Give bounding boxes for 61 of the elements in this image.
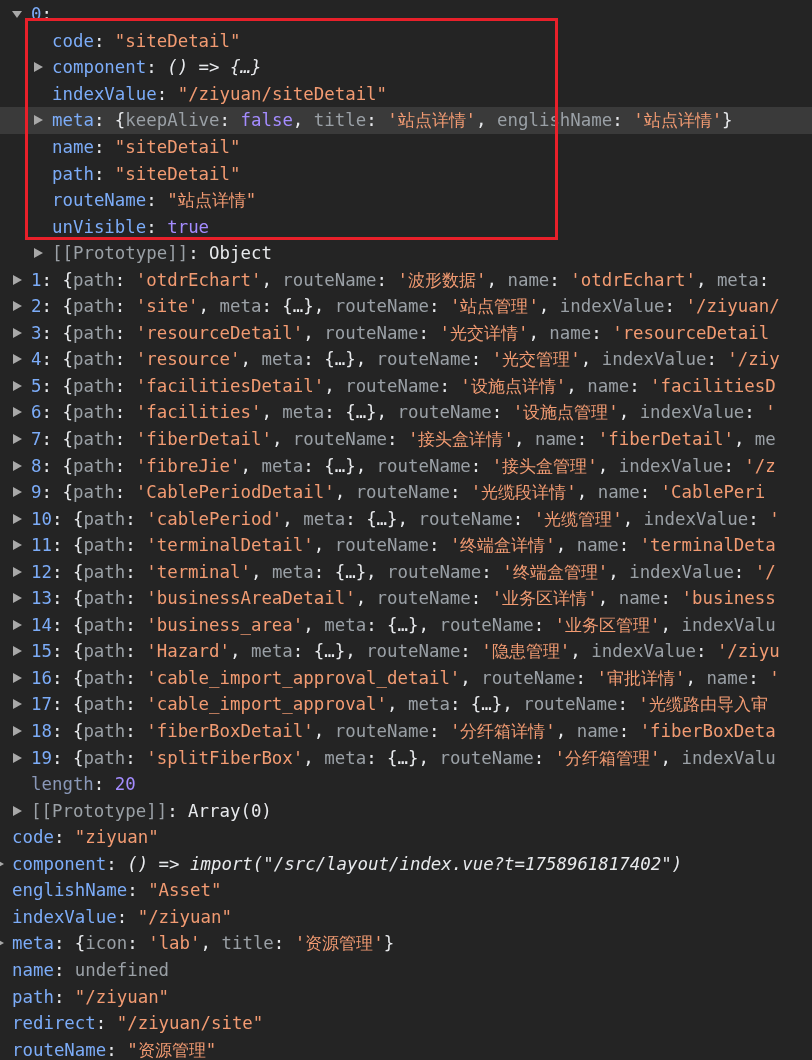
disclosure-triangle-icon[interactable]: [12, 725, 22, 738]
console-line: indexValue: "/ziyuan": [12, 906, 232, 927]
disclosure-triangle-icon[interactable]: [12, 751, 22, 764]
console-line: 12: {path: 'terminal', meta: {…}, routeName: '终端盒管理', indexValue: '/: [31, 560, 776, 584]
console-line: 13: {path: 'businessAreaDetail', routeName: '业务区详情', name: 'business: [31, 587, 776, 611]
console-line: 15: {path: 'Hazard', meta: {…}, routeName: '隐患管理', indexValue: '/ziyu: [31, 640, 780, 664]
console-line: 19: {path: 'splitFiberBox', meta: {…}, routeName: '分纤箱管理', indexValu: [31, 746, 776, 770]
console-line: 16: {path: 'cable_import_approval_detail', routeName: '审批详情', name: ': [31, 666, 780, 690]
disclosure-triangle-icon[interactable]: [33, 114, 43, 127]
console-line: routeName: "站点详情": [52, 189, 257, 213]
console-line: 10: {path: 'cablePeriod', meta: {…}, routeName: '光缆管理', indexValue: ': [31, 507, 780, 531]
console-line: unVisible: true: [52, 216, 210, 237]
console-line: length: 20: [31, 774, 136, 795]
disclosure-triangle-icon[interactable]: [12, 698, 22, 711]
console-line: 2: {path: 'site', meta: {…}, routeName: '站点管理', indexValue: '/ziyuan/: [31, 295, 780, 319]
disclosure-triangle-icon[interactable]: [12, 353, 22, 366]
console-line: name: "siteDetail": [52, 137, 241, 157]
disclosure-triangle-icon[interactable]: [12, 539, 22, 552]
disclosure-triangle-icon[interactable]: [12, 618, 22, 631]
disclosure-triangle-icon[interactable]: [12, 512, 22, 525]
disclosure-triangle-icon[interactable]: [12, 804, 22, 817]
disclosure-triangle-icon[interactable]: [33, 61, 43, 74]
disclosure-triangle-icon[interactable]: [12, 565, 22, 578]
console-line: 1: {path: 'otdrEchart', routeName: '波形数据', name: 'otdrEchart', meta:: [31, 268, 770, 292]
console-line: meta: {icon: 'lab', title: '资源管理'}: [12, 932, 395, 956]
console-line: 8: {path: 'fibreJie', meta: {…}, routeName: '接头盒管理', indexValue: '/z: [31, 454, 776, 478]
console-line: 18: {path: 'fiberBoxDetail', routeName: '分纤箱详情', name: 'fiberBoxDeta: [31, 720, 776, 744]
disclosure-triangle-icon[interactable]: [12, 486, 22, 499]
console-line: indexValue: "/ziyuan/siteDetail": [52, 83, 388, 104]
disclosure-triangle-icon[interactable]: [12, 459, 22, 472]
console-line: component: () => import("/src/layout/index.vue?t=1758961817402"): [12, 853, 683, 874]
disclosure-triangle-icon[interactable]: [12, 379, 22, 392]
console-line: 6: {path: 'facilities', meta: {…}, routeName: '设施点管理', indexValue: ': [31, 401, 776, 425]
console-line: 7: {path: 'fiberDetail', routeName: '接头盒详情', name: 'fiberDetail', me: [31, 428, 776, 451]
disclosure-triangle-icon[interactable]: [12, 671, 22, 684]
console-line: 3: {path: 'resourceDetail', routeName: '光交详情', name: 'resourceDetail: [31, 321, 770, 345]
console-line: code: "siteDetail": [52, 30, 241, 51]
console-line: path: "/ziyuan": [12, 986, 170, 1007]
disclosure-triangle-icon[interactable]: [12, 273, 22, 286]
disclosure-triangle-icon[interactable]: [12, 433, 22, 445]
console-line: 14: {path: 'business_area', meta: {…}, routeName: '业务区管理', indexValu: [31, 613, 776, 637]
console-line: [[Prototype]]: Object: [52, 243, 272, 264]
console-line: 17: {path: 'cable_import_approval', meta: {…}, routeName: '光缆路由导入审: [31, 693, 768, 717]
console-line: 11: {path: 'terminalDetail', routeName: '终端盒详情', name: 'terminalDeta: [31, 534, 776, 558]
console-line: 9: {path: 'CablePeriodDetail', routeName: '光缆段详情', name: 'CablePeri: [31, 481, 766, 505]
disclosure-triangle-icon[interactable]: [12, 645, 22, 658]
console-line: 4: {path: 'resource', meta: {…}, routeName: '光交管理', indexValue: '/ziy: [31, 348, 780, 372]
console-line: routeName: "资源管理": [12, 1038, 217, 1060]
disclosure-triangle-icon[interactable]: [12, 300, 22, 313]
console-line: name: undefined: [12, 959, 170, 980]
console-line: [[Prototype]]: Array(0): [31, 800, 272, 821]
disclosure-triangle-icon[interactable]: [33, 247, 43, 260]
disclosure-triangle-icon[interactable]: [12, 406, 22, 419]
console-line: path: "siteDetail": [52, 163, 241, 184]
console-line: englishName: "Asset": [12, 880, 222, 901]
console-line: code: "ziyuan": [12, 827, 159, 848]
console-line: 5: {path: 'facilitiesDetail', routeName: '设施点详情', name: 'facilitiesD: [31, 374, 776, 398]
disclosure-triangle-icon[interactable]: [12, 592, 22, 605]
disclosure-triangle-icon[interactable]: [12, 326, 22, 339]
console-line: component: () => {…}: [52, 57, 262, 78]
console-line: redirect: "/ziyuan/site": [12, 1013, 264, 1034]
